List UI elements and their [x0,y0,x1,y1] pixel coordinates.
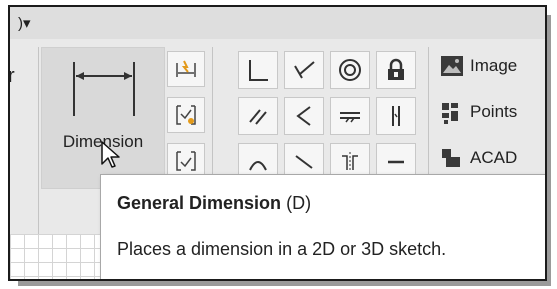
mouse-pointer-icon [101,141,120,168]
symmetric-icon [342,152,358,172]
angle-icon [296,106,311,126]
tool-dimension-auto[interactable] [167,51,205,87]
tool-parallel[interactable] [238,97,278,135]
smooth-icon [295,155,313,169]
parallel-icon [249,109,267,125]
partial-ribbon-label: r [8,65,15,87]
panel-separator [38,47,39,247]
tool-coincident[interactable] [238,51,278,89]
tool-concentric[interactable] [330,51,370,89]
tooltip-command-name: General Dimension [117,193,282,213]
tangent-icon [249,161,267,171]
image-icon[interactable] [440,55,464,77]
tool-show-constraints[interactable] [167,97,205,133]
sketch-canvas-grid[interactable] [10,234,110,279]
collinear-icon [294,61,315,79]
tooltip-title: General Dimension (D) [117,193,311,214]
acad-icon[interactable] [440,147,464,169]
tooltip-description: Places a dimension in a 2D or 3D sketch. [117,239,447,259]
acad-label[interactable]: ACAD [470,148,517,168]
relax-mode-icon [176,151,196,171]
tooltip-general-dimension: General Dimension (D) Places a dimension… [100,174,545,279]
dimension-icon [73,62,135,116]
app-window: )▾ r Dimension Image Points ACAD General… [8,5,547,281]
concentric-icon [339,59,361,81]
ribbon-top-bar: )▾ [10,7,545,39]
lock-icon [388,58,404,80]
image-label[interactable]: Image [470,56,517,76]
tooltip-shortcut: (D) [286,193,312,213]
auto-dimension-icon [176,60,196,77]
tool-fix[interactable] [376,51,416,89]
tool-horizontal[interactable] [330,97,370,135]
tool-vertical[interactable] [376,97,416,135]
constraint-check-icon [176,105,196,125]
horizontal-icon [340,112,360,123]
equal-icon [388,160,404,164]
points-label[interactable]: Points [470,102,517,122]
vertical-icon [392,106,400,126]
tool-collinear[interactable] [284,51,324,89]
perpendicular-icon [249,60,268,81]
tool-perpendicular[interactable] [284,97,324,135]
points-icon[interactable] [440,101,464,125]
dropdown-caret-icon[interactable]: )▾ [18,14,31,32]
